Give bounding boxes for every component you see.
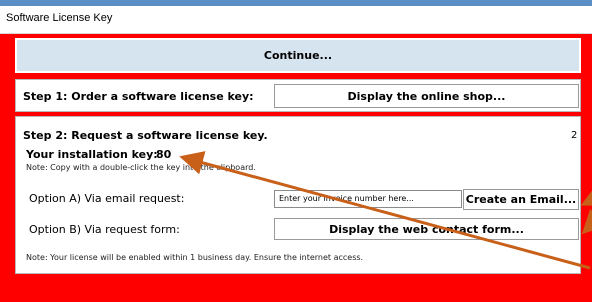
step1-heading: Step 1: Order a software license key: bbox=[23, 90, 254, 103]
arrow-to-web-form-button bbox=[581, 208, 592, 235]
installation-key-label: Your installation key: bbox=[26, 148, 158, 161]
license-window: Software License Key Continue... Step 1:… bbox=[0, 0, 592, 302]
window-title: Software License Key bbox=[6, 12, 113, 24]
installation-key-value[interactable]: 80 bbox=[156, 148, 171, 161]
option-a-label: Option A) Via email request: bbox=[29, 192, 185, 205]
continue-button[interactable]: Continue... bbox=[15, 38, 581, 73]
invoice-number-input[interactable]: Enter your invoice number here... bbox=[274, 190, 462, 208]
title-bar: Software License Key bbox=[0, 6, 592, 34]
step2-panel: Step 2: Request a software license key. … bbox=[15, 116, 581, 274]
create-email-button[interactable]: Create an Email... bbox=[463, 189, 579, 210]
step-counter: 2 bbox=[571, 130, 578, 141]
step1-panel: Step 1: Order a software license key: Di… bbox=[15, 79, 581, 112]
enable-note: Note: Your license will be enabled withi… bbox=[26, 253, 364, 262]
copy-note: Note: Copy with a double-click the key i… bbox=[26, 163, 256, 172]
web-contact-form-button[interactable]: Display the web contact form... bbox=[274, 218, 579, 240]
online-shop-button[interactable]: Display the online shop... bbox=[274, 84, 579, 108]
option-b-label: Option B) Via request form: bbox=[29, 223, 180, 236]
step2-heading: Step 2: Request a software license key. bbox=[23, 129, 268, 142]
arrow-to-email-button bbox=[580, 184, 592, 206]
